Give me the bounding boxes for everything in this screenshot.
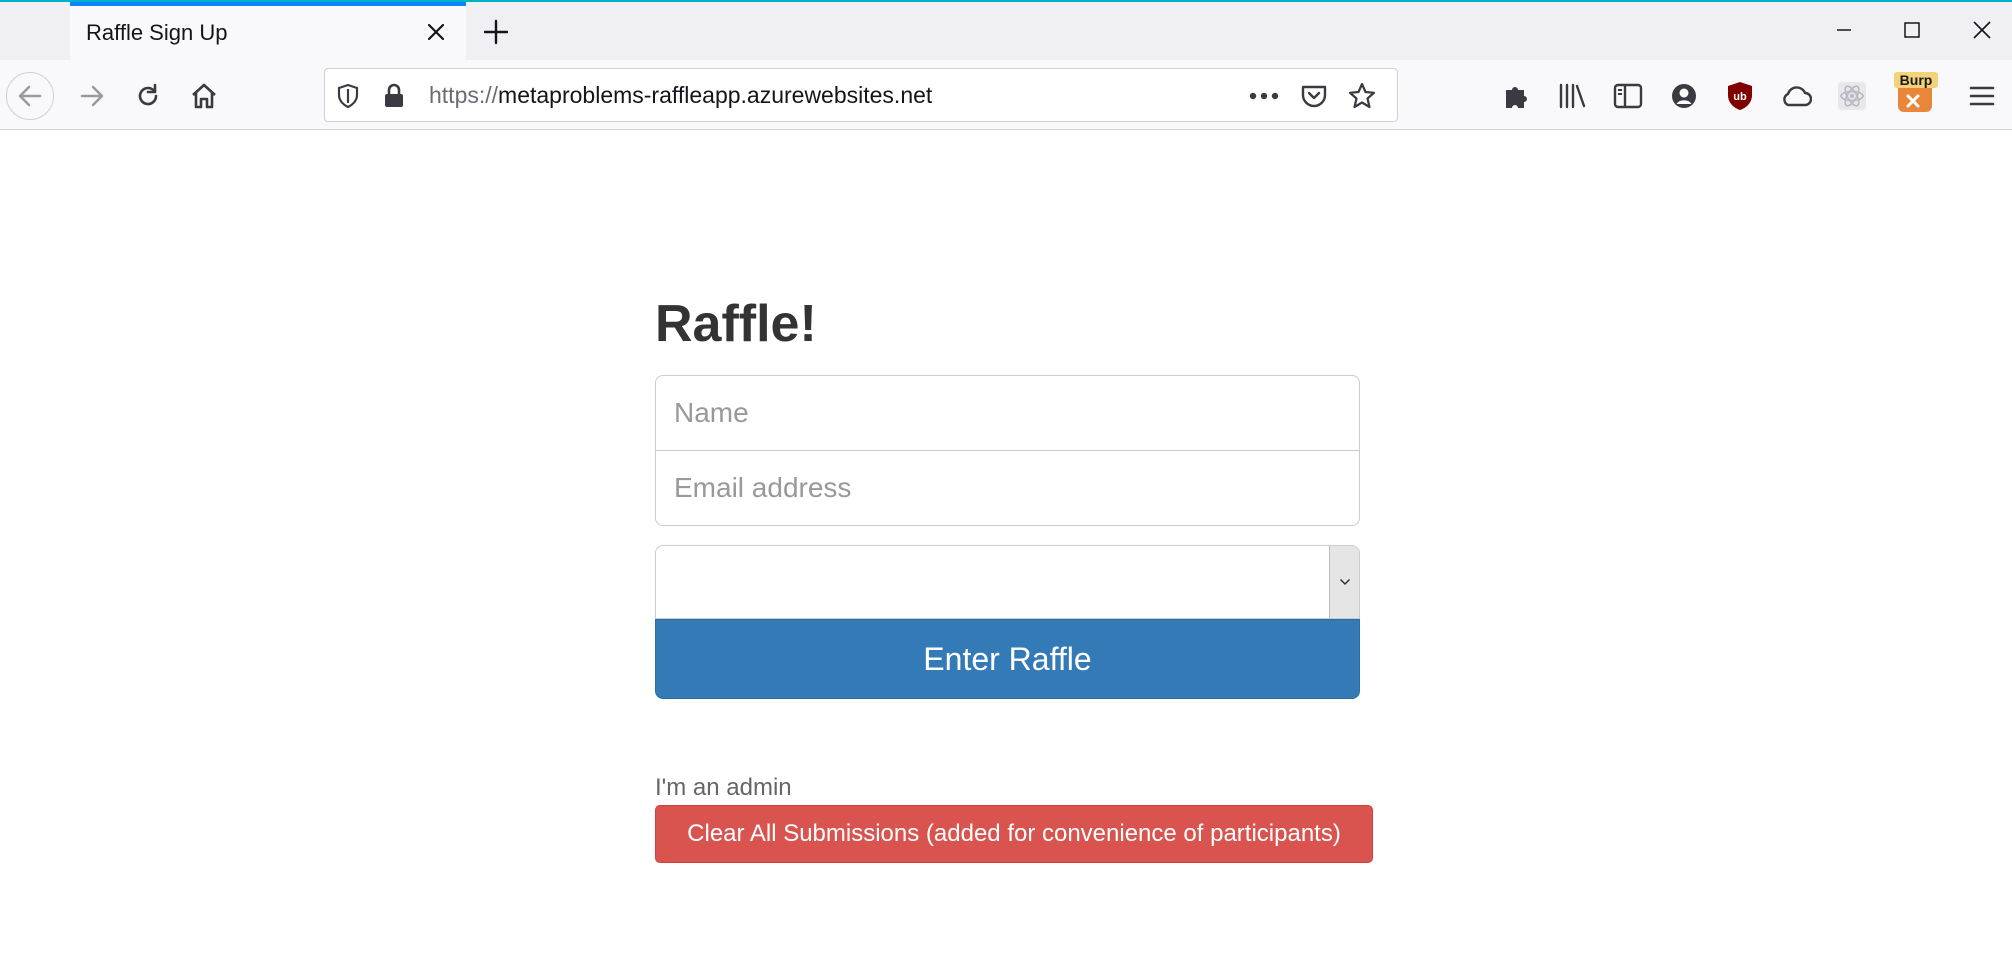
- tracking-shield-icon[interactable]: [331, 79, 365, 113]
- page-content: Raffle! Enter Raffle I'm an admin Clear …: [0, 131, 2012, 959]
- reload-icon[interactable]: [124, 72, 172, 120]
- cloud-sync-icon[interactable]: [1776, 76, 1816, 116]
- tab-strip: Raffle Sign Up: [0, 0, 2012, 60]
- url-text[interactable]: https://metaproblems-raffleapp.azurewebs…: [429, 82, 932, 109]
- maximize-icon[interactable]: [1890, 10, 1934, 50]
- extensions-puzzle-icon[interactable]: [1496, 76, 1536, 116]
- chevron-down-icon[interactable]: [1329, 546, 1359, 618]
- react-devtools-icon[interactable]: [1832, 76, 1872, 116]
- clear-submissions-button[interactable]: Clear All Submissions (added for conveni…: [655, 805, 1373, 863]
- lock-icon[interactable]: [377, 79, 411, 113]
- pocket-icon[interactable]: [1297, 79, 1331, 113]
- sidebar-icon[interactable]: [1608, 76, 1648, 116]
- email-input[interactable]: [655, 450, 1360, 526]
- svg-text:ub: ub: [1733, 91, 1747, 103]
- close-tab-icon[interactable]: [420, 16, 452, 48]
- minimize-icon[interactable]: [1822, 10, 1866, 50]
- new-tab-plus-icon[interactable]: [476, 12, 516, 52]
- account-icon[interactable]: [1664, 76, 1704, 116]
- tab-raffle-sign-up[interactable]: Raffle Sign Up: [70, 2, 466, 60]
- admin-label: I'm an admin: [655, 774, 792, 801]
- back-arrow-icon[interactable]: [6, 72, 54, 120]
- page-title: Raffle!: [655, 295, 817, 353]
- name-input[interactable]: [655, 375, 1360, 451]
- burp-proxy-icon[interactable]: Burp: [1892, 68, 1940, 120]
- enter-raffle-button[interactable]: Enter Raffle: [655, 619, 1360, 699]
- more-actions-icon[interactable]: [1247, 79, 1281, 113]
- url-host: metaproblems-raffleapp.azurewebsites.net: [498, 82, 933, 108]
- hamburger-menu-icon[interactable]: [1962, 76, 2002, 116]
- ublock-origin-icon[interactable]: ub: [1720, 76, 1760, 116]
- navigation-toolbar: https://metaproblems-raffleapp.azurewebs…: [0, 60, 2012, 130]
- url-scheme: https://: [429, 82, 499, 108]
- home-icon[interactable]: [180, 72, 228, 120]
- forward-arrow-icon[interactable]: [68, 72, 116, 120]
- tab-title: Raffle Sign Up: [86, 20, 228, 45]
- bookmark-star-icon[interactable]: [1345, 79, 1379, 113]
- tab-strip-spacer: [0, 2, 70, 60]
- address-bar[interactable]: https://metaproblems-raffleapp.azurewebs…: [324, 68, 1398, 122]
- burp-badge-text: Burp: [1900, 72, 1933, 88]
- library-icon[interactable]: [1552, 76, 1592, 116]
- raffle-select[interactable]: [655, 545, 1360, 619]
- close-window-icon[interactable]: [1960, 10, 2004, 50]
